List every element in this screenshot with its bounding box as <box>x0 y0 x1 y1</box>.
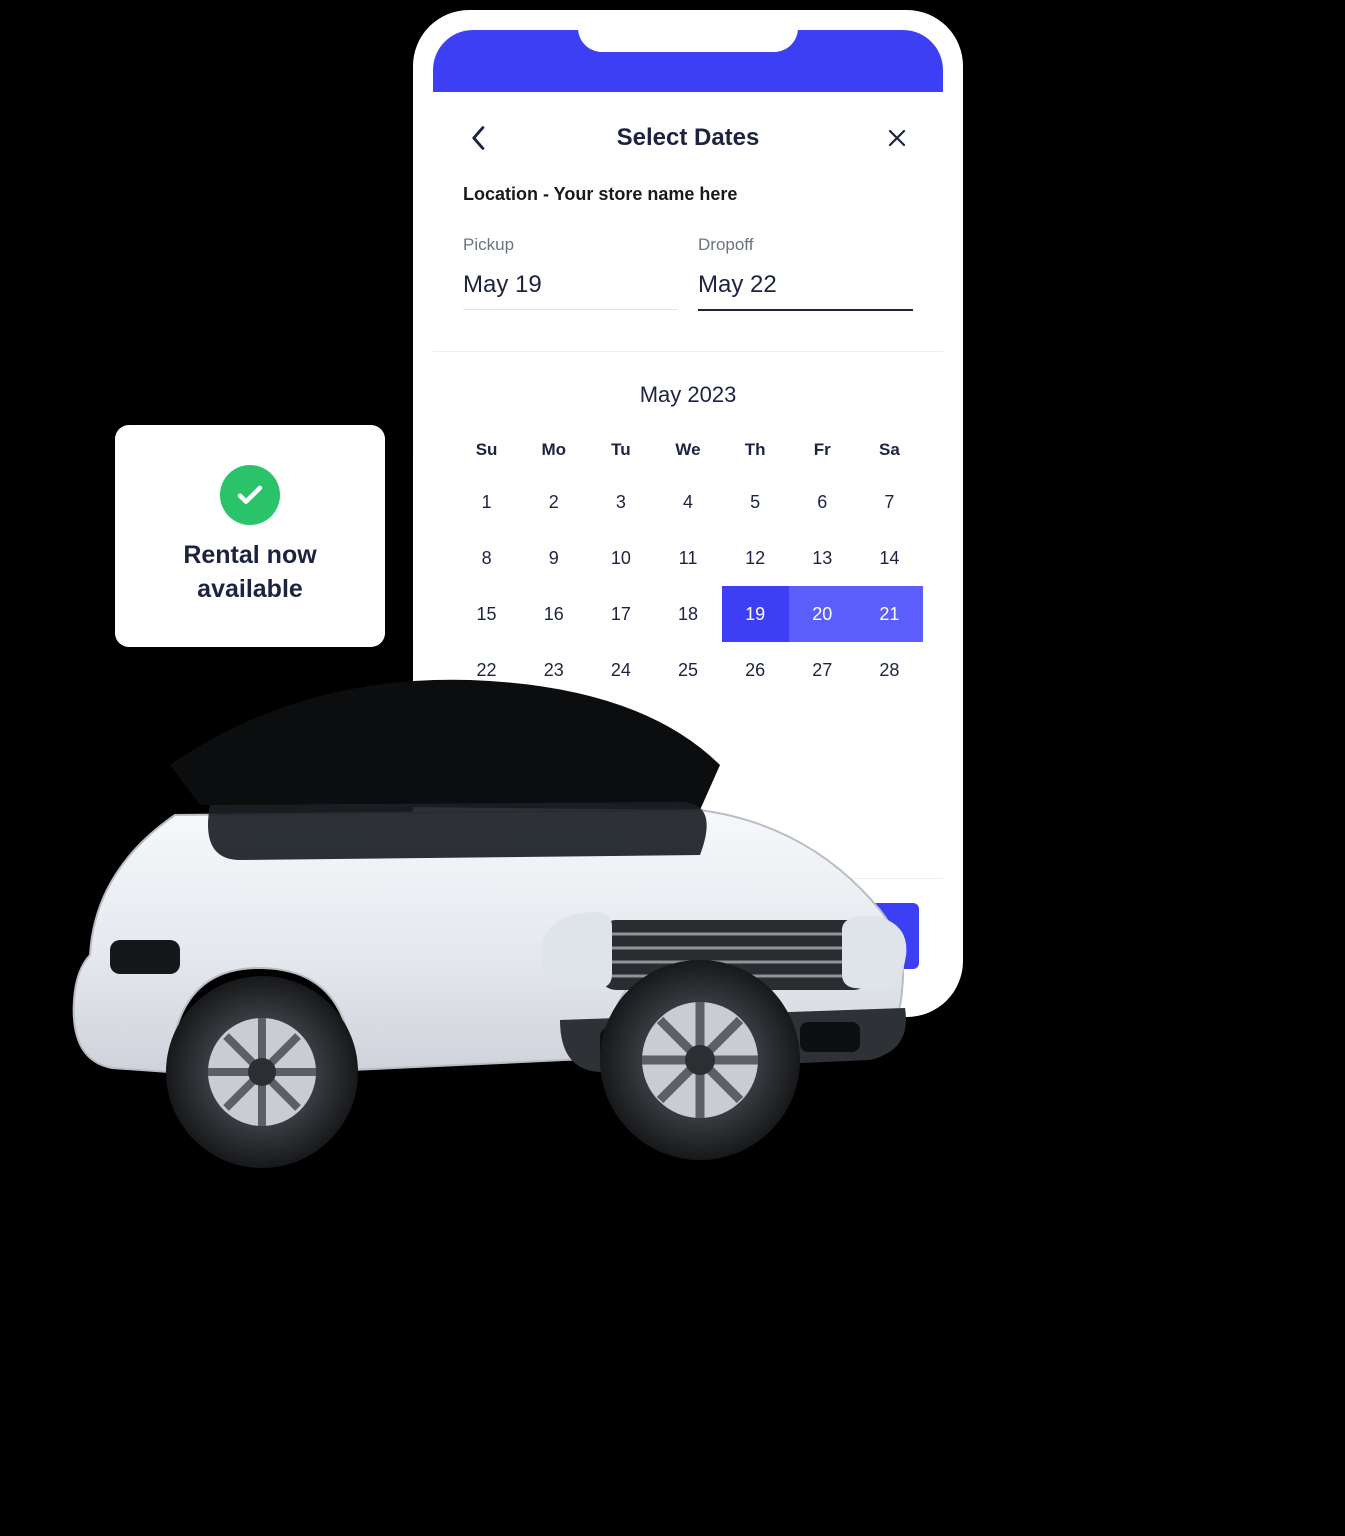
calendar-day[interactable]: 18 <box>654 586 721 642</box>
calendar-day[interactable]: 12 <box>722 530 789 586</box>
header: Select Dates <box>433 92 943 174</box>
phone-notch <box>578 30 798 52</box>
calendar-day[interactable]: 17 <box>587 586 654 642</box>
pickup-field[interactable]: Pickup May 19 <box>463 235 678 311</box>
calendar-day[interactable]: 1 <box>453 474 520 530</box>
calendar-dow: Mo <box>520 426 587 474</box>
phone-frame: Select Dates Location - Your store name … <box>413 10 963 1017</box>
calendar-day[interactable]: 27 <box>789 642 856 698</box>
calendar-day[interactable]: 15 <box>453 586 520 642</box>
pickup-label: Pickup <box>463 235 678 255</box>
dropoff-value: May 22 <box>698 271 913 311</box>
rental-line1: Rental now <box>183 541 316 569</box>
phone-screen: Select Dates Location - Your store name … <box>433 30 943 997</box>
calendar-dow: Fr <box>789 426 856 474</box>
calendar-day[interactable]: 28 <box>856 642 923 698</box>
calendar-day[interactable]: 13 <box>789 530 856 586</box>
calendar-day[interactable]: 14 <box>856 530 923 586</box>
rental-available-card: Rental now available <box>115 425 385 647</box>
location-label: Location - Your store name here <box>463 184 913 205</box>
calendar-day[interactable]: 2 <box>520 474 587 530</box>
calendar-day[interactable]: 25 <box>654 642 721 698</box>
close-button[interactable] <box>877 118 917 158</box>
calendar-day[interactable]: 11 <box>654 530 721 586</box>
calendar-day[interactable]: 23 <box>520 642 587 698</box>
calendar-dow: Th <box>722 426 789 474</box>
calendar-day[interactable]: 5 <box>722 474 789 530</box>
dropoff-field[interactable]: Dropoff May 22 <box>698 235 913 311</box>
back-button[interactable] <box>459 118 499 158</box>
pickup-value: May 19 <box>463 271 678 310</box>
calendar-day[interactable]: 6 <box>789 474 856 530</box>
calendar-day[interactable]: 8 <box>453 530 520 586</box>
check-icon <box>220 465 280 525</box>
calendar-day[interactable]: 22 <box>453 642 520 698</box>
calendar-day[interactable]: 19 <box>722 586 789 642</box>
calendar-day[interactable]: 21 <box>856 586 923 642</box>
dropoff-label: Dropoff <box>698 235 913 255</box>
calendar-dow: Sa <box>856 426 923 474</box>
calendar-month-label: May 2023 <box>433 362 943 426</box>
continue-button[interactable]: Continue <box>457 903 919 969</box>
calendar-day[interactable]: 7 <box>856 474 923 530</box>
calendar-dow: Su <box>453 426 520 474</box>
calendar-dow: Tu <box>587 426 654 474</box>
calendar-day[interactable]: 10 <box>587 530 654 586</box>
rental-line2: available <box>197 575 303 603</box>
calendar-day[interactable]: 20 <box>789 586 856 642</box>
calendar-day[interactable]: 24 <box>587 642 654 698</box>
calendar-day[interactable]: 4 <box>654 474 721 530</box>
calendar-dow: We <box>654 426 721 474</box>
calendar-grid: SuMoTuWeThFrSa12345678910111213141516171… <box>433 426 943 708</box>
calendar-day[interactable]: 16 <box>520 586 587 642</box>
calendar-day[interactable]: 26 <box>722 642 789 698</box>
divider <box>433 351 943 352</box>
rental-available-text: Rental now available <box>183 539 316 607</box>
calendar-day[interactable]: 3 <box>587 474 654 530</box>
calendar-day[interactable]: 9 <box>520 530 587 586</box>
page-title: Select Dates <box>617 124 760 152</box>
